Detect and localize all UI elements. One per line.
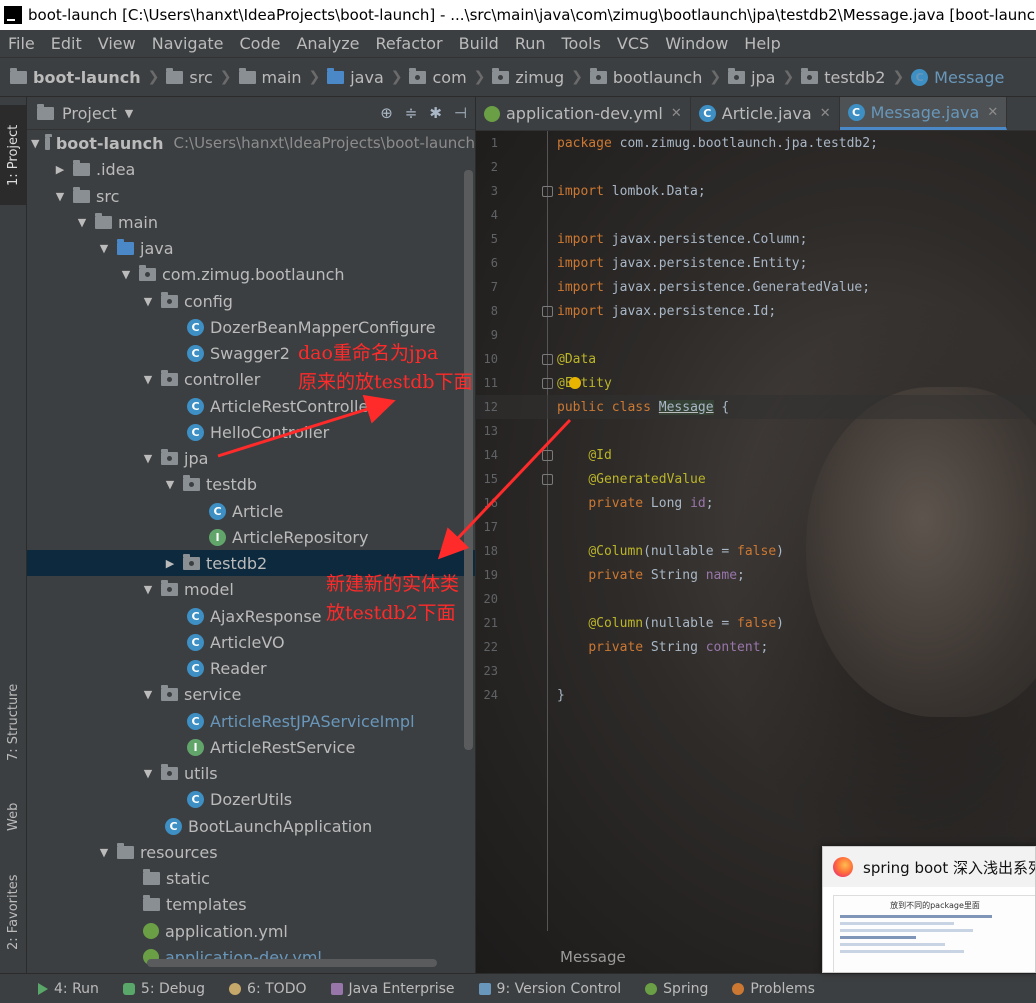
- thumb-line: [840, 922, 954, 925]
- annotation-arrow-jpa: [217, 394, 396, 458]
- tool-version-control[interactable]: 9: Version Control: [478, 981, 621, 997]
- firefox-icon: [833, 857, 853, 877]
- java-enterprise-icon: [330, 982, 343, 995]
- version-control-icon: [478, 982, 491, 995]
- tool-run[interactable]: 4: Run: [38, 981, 99, 997]
- annotation-rename-note: dao重命名为jpa 原来的放testdb下面: [298, 342, 473, 393]
- tool-debug[interactable]: 5: Debug: [122, 981, 205, 997]
- thumb-line: [840, 943, 945, 946]
- popup-thumbnail[interactable]: 放到不同的package里面: [833, 895, 1035, 972]
- debug-icon: [122, 982, 135, 995]
- thumb-line: [840, 929, 973, 932]
- annotation-new-entity-note: 新建新的实体类 放testdb2下面: [326, 573, 460, 624]
- thumb-line: [840, 950, 964, 953]
- thumb-line: [840, 936, 916, 939]
- popup-header: spring boot 深入浅出系列: [823, 847, 1035, 887]
- bottom-tool-bar: 4: Run 5: Debug 6: TODO Java Enterprise …: [0, 973, 1036, 1003]
- taskbar-preview-popup[interactable]: spring boot 深入浅出系列 放到不同的package里面: [822, 846, 1036, 973]
- spring-icon: [645, 982, 658, 995]
- tool-todo[interactable]: 6: TODO: [229, 981, 307, 997]
- tool-java-enterprise[interactable]: Java Enterprise: [330, 981, 455, 997]
- thumb-line: [840, 915, 992, 918]
- annotation-arrow-testdb2: [437, 418, 572, 560]
- run-icon: [38, 982, 48, 995]
- tool-spring[interactable]: Spring: [645, 981, 708, 997]
- todo-icon: [229, 982, 242, 995]
- tool-problems[interactable]: Problems: [732, 981, 815, 997]
- problems-icon: [732, 982, 745, 995]
